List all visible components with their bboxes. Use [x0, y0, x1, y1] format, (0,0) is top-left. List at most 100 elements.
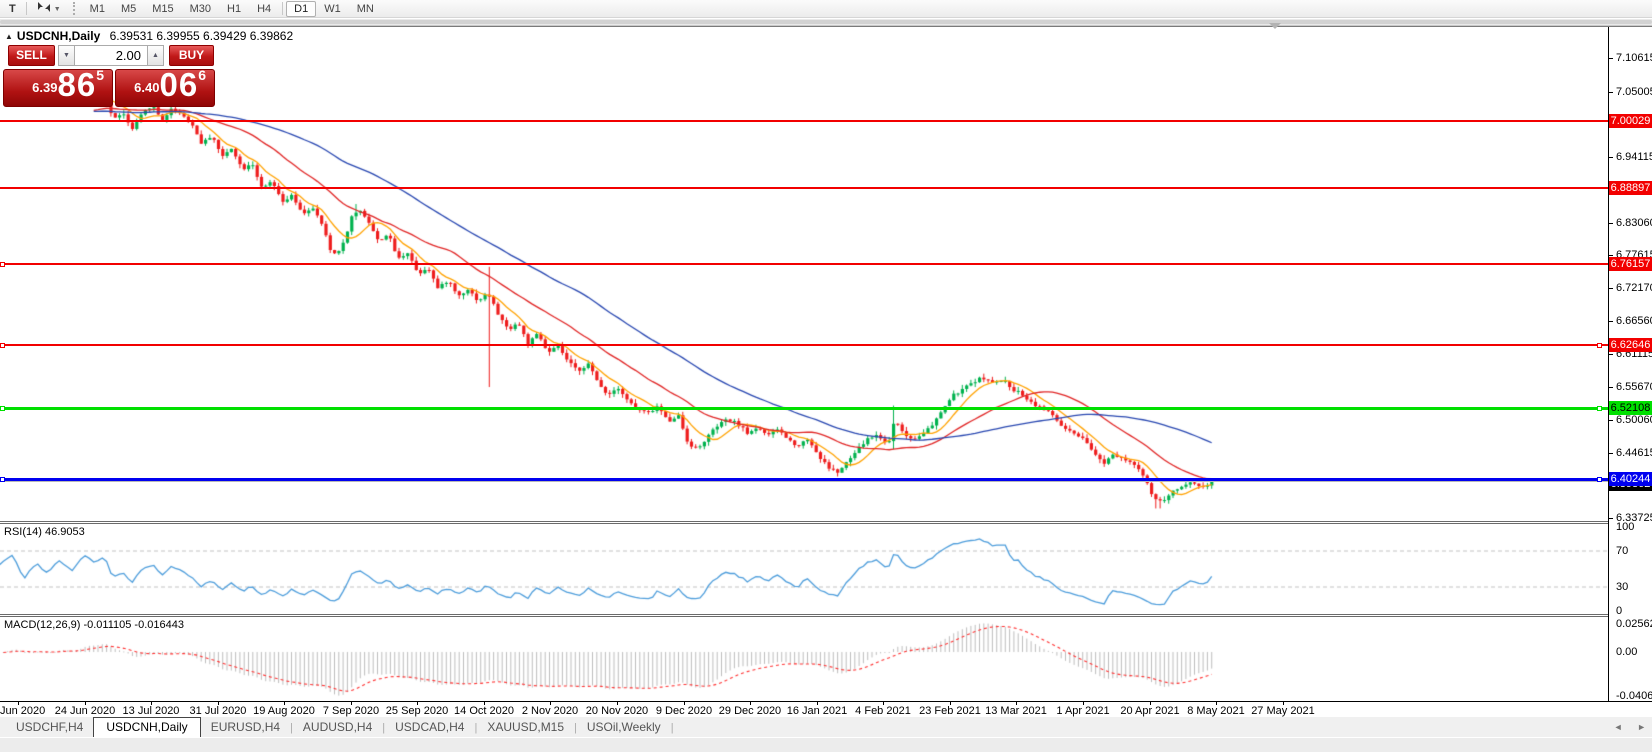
line-handle-right[interactable] [1597, 477, 1602, 482]
timeframe-button-h4[interactable]: H4 [249, 1, 279, 17]
price-tick-label: 7.05005 [1616, 86, 1652, 98]
sell-price-sup: 5 [96, 69, 104, 83]
tab-separator: | [670, 722, 674, 734]
line-handle-left[interactable] [0, 343, 5, 348]
buy-price-big: 06 [159, 69, 199, 103]
price-axis: 7.106157.050056.995606.941156.885056.830… [1608, 27, 1652, 701]
horizontal-level-line[interactable] [0, 187, 1608, 189]
price-tick-label: 7.10615 [1616, 52, 1652, 64]
price-tick-label: 6.66560 [1616, 315, 1652, 327]
price-tick-label: 6.83060 [1616, 217, 1652, 229]
price-tick-mark [1609, 387, 1613, 388]
chart-scrollbar[interactable] [0, 18, 1652, 26]
top-toolbar: T ▼ M1 M5 M15 M30 H1 H4 D1 W1 MN [0, 0, 1652, 18]
horizontal-level-line[interactable] [0, 344, 1608, 346]
chart-window: ▲ USDCNH,Daily 6.39531 6.39955 6.39429 6.… [0, 26, 1652, 717]
text-tool-button[interactable]: T [2, 1, 23, 17]
chart-scrollbar-thumb[interactable] [0, 20, 1652, 24]
price-tick-mark [1609, 255, 1613, 256]
rsi-scale-label: 30 [1616, 581, 1629, 593]
timeframe-button-h1[interactable]: H1 [219, 1, 249, 17]
macd-scale-label: 0.00 [1616, 646, 1638, 658]
sell-price-panel[interactable]: 6.39865 [3, 69, 113, 107]
price-level-badge: 6.76157 [1609, 257, 1652, 271]
chevron-down-icon: ▼ [53, 5, 61, 13]
collapse-icon[interactable]: ▲ [5, 32, 13, 41]
macd-scale-label: 0.025623 [1616, 618, 1652, 630]
timeframe-button-w1[interactable]: W1 [316, 1, 349, 17]
macd-label: MACD(12,26,9) -0.011105 -0.016443 [4, 619, 184, 631]
line-handle-left[interactable] [0, 262, 5, 267]
line-handle-left[interactable] [0, 477, 5, 482]
buy-button[interactable]: BUY [169, 45, 214, 66]
price-tick-mark [1609, 321, 1613, 322]
chart-tab-eurusd-h4[interactable]: EURUSD,H4 [201, 718, 290, 737]
macd-scale-label: -0.040687 [1616, 690, 1652, 702]
price-tick-label: 6.44615 [1616, 447, 1652, 459]
rsi-scale-label: 0 [1616, 605, 1623, 617]
horizontal-level-line[interactable] [0, 120, 1608, 122]
chart-tab-usdchf-h4[interactable]: USDCHF,H4 [6, 718, 93, 737]
chart-tab-xauusd-m15[interactable]: XAUUSD,M15 [477, 718, 574, 737]
chart-title: USDCNH,Daily [16, 29, 101, 43]
price-tick-label: 6.55670 [1616, 381, 1652, 393]
price-chart-canvas[interactable] [0, 27, 1608, 701]
chart-shift-marker[interactable] [1269, 23, 1281, 29]
time-axis: 5 Jun 202024 Jun 202013 Jul 202031 Jul 2… [0, 702, 1652, 717]
price-tick-mark [1609, 420, 1613, 421]
rsi-label: RSI(14) 46.9053 [4, 526, 85, 538]
timeframe-button-m5[interactable]: M5 [113, 1, 144, 17]
timeframe-button-d1[interactable]: D1 [286, 0, 317, 17]
price-level-badge: 6.40244 [1609, 472, 1652, 486]
sell-button[interactable]: SELL [8, 45, 55, 66]
chart-tab-bar: USDCHF,H4 USDCNH,Daily EURUSD,H4 | AUDUSD,H4… [0, 716, 1652, 738]
chart-tab-usdcad-h4[interactable]: USDCAD,H4 [385, 718, 474, 737]
volume-input[interactable] [75, 46, 147, 65]
volume-field [75, 45, 147, 66]
horizontal-level-line[interactable] [0, 407, 1608, 410]
price-level-badge: 6.52108 [1609, 401, 1652, 415]
price-tick-mark [1609, 288, 1613, 289]
date-label: 27 May 2021 [1251, 705, 1315, 717]
chart-title-row: ▲ USDCNH,Daily 6.39531 6.39955 6.39429 6.… [5, 29, 293, 43]
toolbar-separator [282, 2, 284, 15]
one-click-trading-panel: SELL ▼ ▲ BUY 6.39865 6.40066 [3, 45, 215, 107]
price-tick-mark [1609, 354, 1613, 355]
tab-scroll-left-button[interactable]: ◄ [1614, 722, 1623, 732]
price-tick-mark [1609, 453, 1613, 454]
tab-scroll-right-button[interactable]: ► [1637, 722, 1646, 732]
timeframe-button-m1[interactable]: M1 [82, 1, 113, 17]
macd-pane-separator[interactable] [0, 614, 1608, 617]
price-tick-mark [1609, 518, 1613, 519]
price-level-badge: 6.62646 [1609, 338, 1652, 352]
line-handle-right[interactable] [1597, 406, 1602, 411]
toolbar-grip[interactable] [72, 2, 77, 15]
status-strip [0, 737, 1652, 752]
volume-down-button[interactable]: ▼ [58, 45, 75, 66]
sell-price-big: 86 [57, 69, 97, 103]
price-tick-mark [1609, 157, 1613, 158]
rsi-scale-label: 100 [1616, 521, 1635, 533]
timeframe-button-m30[interactable]: M30 [182, 1, 219, 17]
line-handle-right[interactable] [1597, 343, 1602, 348]
timeframe-button-mn[interactable]: MN [349, 1, 382, 17]
buy-price-panel[interactable]: 6.40066 [115, 69, 215, 107]
price-tick-label: 6.72170 [1616, 282, 1652, 294]
volume-up-button[interactable]: ▲ [147, 45, 164, 66]
chart-ohlc-values: 6.39531 6.39955 6.39429 6.39862 [109, 29, 294, 43]
price-tick-mark [1609, 92, 1613, 93]
tab-scroll-arrows: ◄ ► [1602, 722, 1646, 732]
horizontal-level-line[interactable] [0, 263, 1608, 265]
cursor-tools-button[interactable]: ▼ [30, 1, 68, 17]
price-level-badge: 6.88897 [1609, 181, 1652, 195]
chart-tab-audusd-h4[interactable]: AUDUSD,H4 [293, 718, 382, 737]
line-handle-left[interactable] [0, 406, 5, 411]
mt4-window: T ▼ M1 M5 M15 M30 H1 H4 D1 W1 MN ▲ USDCNH,Daily 6… [0, 0, 1652, 752]
timeframe-button-m15[interactable]: M15 [144, 1, 181, 17]
toolbar-separator [25, 2, 27, 15]
price-tick-mark [1609, 223, 1613, 224]
price-tick-label: 6.94115 [1616, 151, 1652, 163]
chart-tab-usdcnh-daily[interactable]: USDCNH,Daily [93, 717, 201, 738]
chart-tab-usoil-weekly[interactable]: USOil,Weekly [577, 718, 671, 737]
rsi-pane-separator[interactable] [0, 521, 1608, 524]
